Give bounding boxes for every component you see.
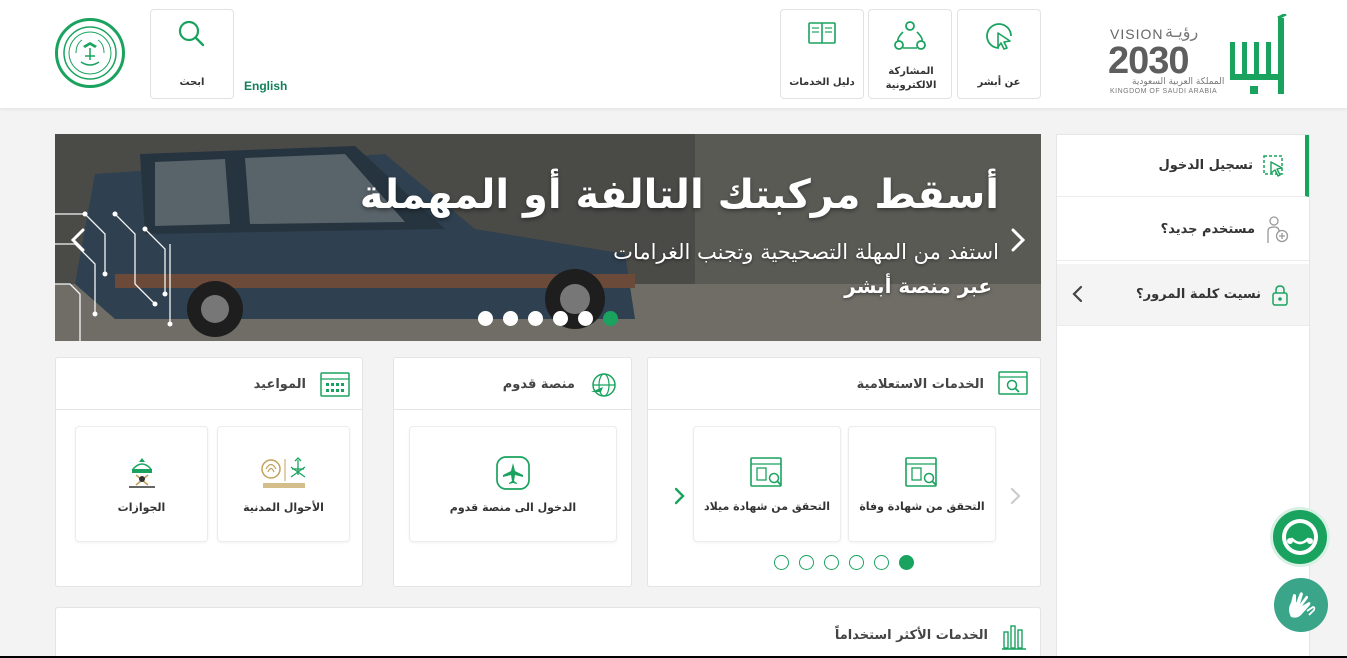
inquiry-prev-arrow[interactable] [672, 486, 686, 506]
globe-plane-icon [591, 373, 616, 397]
nav-label: دليل الخدمات [789, 77, 855, 88]
hero-title: أسقط مركبتك التالفة أو المهملة [359, 172, 999, 218]
hero-dot[interactable] [553, 311, 568, 326]
bar-chart-icon [1002, 625, 1026, 650]
hero-subtitle: استفد من المهلة التصحيحية وتجنب الغرامات [613, 240, 999, 264]
service-tile[interactable]: الدخول الى منصة قدوم [409, 426, 617, 542]
hero-dot[interactable] [503, 311, 518, 326]
chevron-left-icon [1072, 285, 1083, 303]
airplane-icon [496, 455, 530, 490]
add-user-icon [1267, 215, 1289, 243]
sidebar-item-new-user[interactable]: مستخدم جديد؟ [1057, 199, 1309, 261]
kingdom-en-label: KINGDOM OF SAUDI ARABIA [1110, 88, 1218, 95]
kingdom-ar-label: المملكة العربية السعودية [1132, 77, 1225, 87]
tile-label: التحقق من شهادة ميلاد [704, 499, 830, 513]
page-dot-active[interactable] [899, 555, 914, 570]
moi-emblem-logo[interactable] [55, 18, 125, 88]
hero-dot[interactable] [528, 311, 543, 326]
service-tile[interactable]: التحقق من شهادة وفاة [848, 426, 996, 542]
sidebar-item-forgot-password[interactable]: نسيت كلمة المرور؟ [1057, 264, 1309, 326]
sign-language-button[interactable] [1274, 578, 1328, 632]
sidebar-item-label: نسيت كلمة المرور؟ [1136, 287, 1261, 302]
chat-face-icon [1282, 519, 1318, 555]
book-icon [808, 22, 836, 44]
card-title: منصة قدوم [502, 377, 575, 392]
chatbot-button[interactable] [1270, 507, 1330, 567]
service-tile[interactable]: التحقق من شهادة ميلاد [693, 426, 841, 542]
nav-services-guide[interactable]: دليل الخدمات [780, 9, 864, 99]
page-dot[interactable] [849, 555, 864, 570]
sign-language-hands-icon [1289, 592, 1316, 618]
sidebar-item-login[interactable]: تسجيل الدخول [1057, 135, 1309, 197]
page-dot[interactable] [774, 555, 789, 570]
card-most-used-services: الخدمات الأكثر استخداماً [55, 607, 1041, 658]
card-inquiry-services: الخدمات الاستعلامية التحقق من شهادة وفاة [647, 357, 1041, 587]
vision-ar-label: رؤيـة [1165, 22, 1199, 41]
hero-dot[interactable] [478, 311, 493, 326]
hero-pagination [478, 311, 618, 326]
card-header: الخدمات الاستعلامية [648, 358, 1040, 410]
tile-label: الدخول الى منصة قدوم [449, 500, 577, 514]
certificate-search-icon [750, 456, 782, 487]
sidebar: تسجيل الدخول مستخدم جديد؟ نسيت كلمة المر… [1056, 134, 1310, 658]
tile-label: الأحوال المدنية [243, 500, 324, 514]
absher-logo[interactable] [1226, 14, 1288, 98]
search-label: ابحث [179, 77, 205, 88]
card-appointments: المواعيد الأحوال المدنية الجوازات [55, 357, 363, 587]
card-arrival-platform: منصة قدوم الدخول الى منصة قدوم [393, 357, 632, 587]
language-switch-link[interactable]: English [244, 79, 287, 93]
card-header: منصة قدوم [394, 358, 631, 410]
tile-label: التحقق من شهادة وفاة [859, 499, 985, 513]
hero-next-arrow[interactable] [1005, 226, 1029, 254]
passports-logo [128, 457, 155, 488]
nav-about-absher[interactable]: عن أبشر [957, 9, 1041, 99]
hero-banner[interactable]: أسقط مركبتك التالفة أو المهملة استفد من … [55, 134, 1041, 341]
search-button[interactable]: ابحث [150, 9, 234, 99]
hero-dot-active[interactable] [603, 311, 618, 326]
nav-label: المشاركة الالكترونية [885, 66, 937, 91]
nav-e-participation[interactable]: المشاركة الالكترونية [868, 9, 952, 99]
sidebar-item-label: مستخدم جديد؟ [1160, 222, 1255, 237]
tile-label: الجوازات [117, 500, 166, 514]
login-cursor-icon [1263, 154, 1283, 177]
page-dot[interactable] [824, 555, 839, 570]
car-image [55, 134, 1041, 341]
inquiry-pagination [774, 555, 914, 570]
nav-label: عن أبشر [977, 77, 1021, 88]
card-title: الخدمات الأكثر استخداماً [834, 628, 988, 643]
hero-prev-arrow[interactable] [67, 226, 91, 254]
certificate-search-icon [905, 456, 937, 487]
page-dot[interactable] [799, 555, 814, 570]
calendar-icon [320, 372, 350, 397]
pointer-icon [986, 23, 1012, 50]
page-dot[interactable] [874, 555, 889, 570]
hero-dot[interactable] [578, 311, 593, 326]
service-tile[interactable]: الأحوال المدنية [217, 426, 350, 542]
inquiry-search-icon [998, 371, 1028, 395]
civil-affairs-logo [260, 456, 305, 488]
hero-subtitle-2: عبر منصة أبشر [844, 274, 992, 298]
network-icon [894, 21, 926, 50]
inquiry-next-arrow[interactable] [1008, 486, 1022, 506]
lock-icon [1272, 284, 1288, 306]
service-tile[interactable]: الجوازات [75, 426, 208, 542]
search-icon [178, 20, 205, 47]
card-header: المواعيد [56, 358, 362, 410]
sidebar-item-label: تسجيل الدخول [1158, 158, 1253, 173]
card-title: المواعيد [253, 377, 306, 392]
card-title: الخدمات الاستعلامية [856, 377, 984, 392]
header: ابحث English دليل الخدمات المشاركة الالك… [0, 0, 1347, 108]
